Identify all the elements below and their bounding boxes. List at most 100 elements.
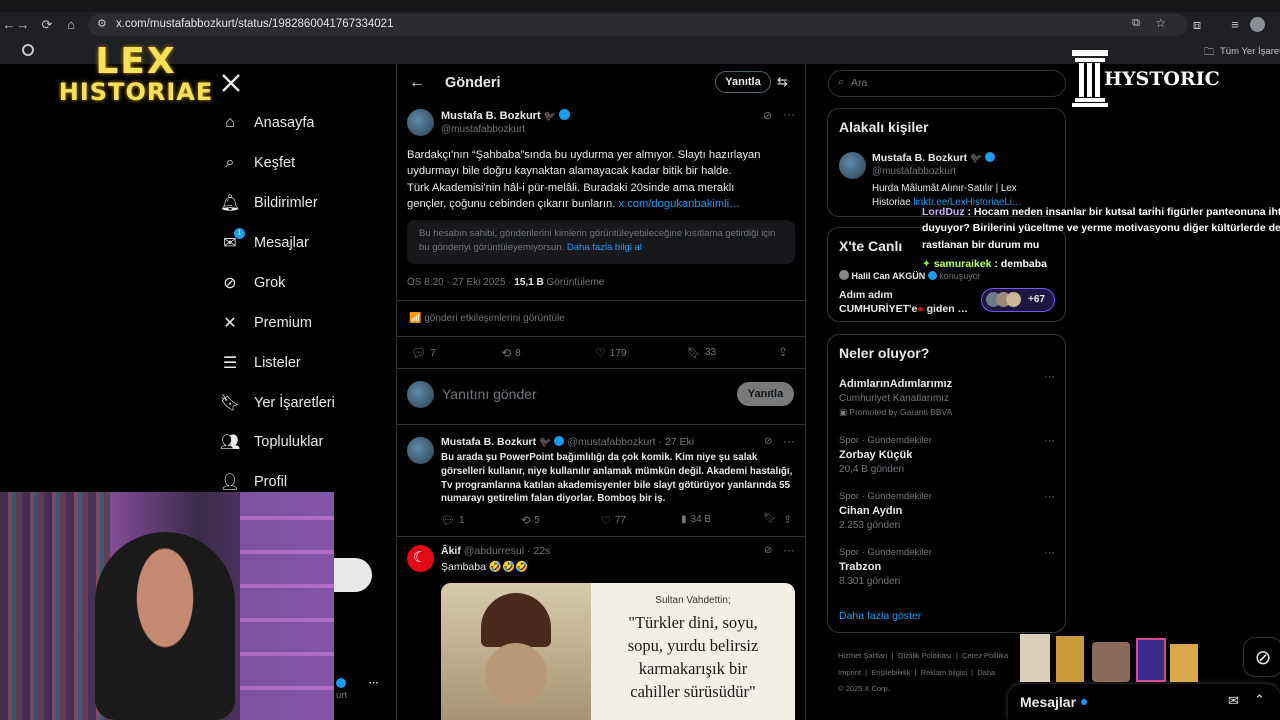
author-name[interactable]: Mustafa B. Bozkurt xyxy=(441,110,541,122)
trend-more-icon[interactable]: ··· xyxy=(1044,547,1055,559)
reply-handle-time[interactable]: @mustafabbozkurt · 27 Eki xyxy=(567,436,694,448)
bookmark-favicon-icon[interactable] xyxy=(22,44,34,56)
search-box[interactable]: ⌕ Ara xyxy=(828,70,1066,97)
related-name[interactable]: Mustafa B. Bozkurt xyxy=(872,152,967,164)
share-action[interactable]: ⇪ xyxy=(783,513,792,526)
home-button-icon[interactable]: ⌂ xyxy=(62,16,80,34)
post-button-fragment[interactable] xyxy=(334,558,372,592)
bookmark-action[interactable]: 🔖︎ xyxy=(763,513,776,524)
analytics-icon[interactable]: ▮ xyxy=(681,514,687,525)
bookmark-icon[interactable]: 🔖︎ xyxy=(687,346,701,359)
reply-avatar[interactable] xyxy=(407,437,434,464)
star-icon[interactable]: ☆ xyxy=(1155,16,1166,30)
reply-action[interactable]: 💬︎ 1 xyxy=(441,514,465,527)
extensions-icon[interactable]: ⧈ xyxy=(1188,16,1206,34)
sidebar-item-premium[interactable]: ✕ Premium xyxy=(220,310,312,336)
grok-icon[interactable]: ⊘ xyxy=(764,545,772,556)
messages-drawer-title[interactable]: Mesajlar xyxy=(1020,694,1076,710)
install-icon[interactable]: ⧉ xyxy=(1132,17,1140,30)
repost-icon[interactable]: ⟲ xyxy=(521,514,530,527)
reply-author[interactable]: Âkif xyxy=(441,545,461,557)
header-reply-button[interactable]: Yanıtla xyxy=(715,71,771,93)
grok-icon[interactable]: ⊘ xyxy=(764,436,772,447)
author-name-row[interactable]: Mustafa B. Bozkurt 🐦‍⬛ xyxy=(441,109,571,122)
more-options-icon[interactable]: ··· xyxy=(783,434,795,448)
all-bookmarks-label[interactable]: Tüm Yer İşaretle xyxy=(1220,46,1280,57)
related-handle[interactable]: @mustafabbozkurt xyxy=(872,166,956,177)
footer-link[interactable]: Gizlilik Politikası xyxy=(898,651,952,660)
back-arrow-icon[interactable]: ← xyxy=(409,74,425,92)
post-link[interactable]: x.com/dogukanbakimli… xyxy=(618,198,740,210)
reload-icon[interactable]: ⟳ xyxy=(38,16,56,34)
like-action[interactable]: ♡ 179 xyxy=(595,346,626,360)
messages-drawer[interactable]: Mesajlar ✉ ⌃ xyxy=(1008,684,1280,720)
reply-action[interactable]: 💬︎ 7 xyxy=(411,346,436,360)
site-settings-icon[interactable]: ⚙ xyxy=(97,17,107,30)
trend-item[interactable]: AdımlarınAdımlarımız Cumhuriyet Kanatları… xyxy=(839,371,1059,418)
sidebar-item-grok[interactable]: ⊘ Grok xyxy=(220,270,285,296)
author-handle[interactable]: @mustafabbozkurt xyxy=(441,124,525,135)
show-more-link[interactable]: Daha fazla göster xyxy=(839,610,921,622)
related-avatar[interactable] xyxy=(839,152,866,179)
footer-link[interactable]: Daha xyxy=(977,668,995,677)
footer-link[interactable]: Çerez Politika xyxy=(962,651,1008,660)
grok-floating-icon[interactable]: ⊘ xyxy=(1243,637,1280,677)
bookmark-action[interactable]: 🔖︎ 33 xyxy=(687,346,716,359)
bookmark-icon[interactable]: 🔖︎ xyxy=(763,513,776,524)
related-name-row[interactable]: Mustafa B. Bozkurt 🐦‍⬛ xyxy=(872,152,996,164)
sidebar-item-keşfet[interactable]: ⌕ Keşfet xyxy=(220,150,296,176)
engagements-link[interactable]: 📶 gönderi etkileşimlerini görüntüle xyxy=(409,313,565,324)
author-avatar[interactable] xyxy=(407,109,434,136)
sidebar-item-listeler[interactable]: ☰ Listeler xyxy=(220,350,301,376)
learn-more-link[interactable]: Daha fazla bilgi al xyxy=(567,242,642,253)
live-host[interactable]: Halil Can AKGÜN xyxy=(852,271,926,281)
more-icon[interactable]: ··· xyxy=(369,678,379,689)
search-input[interactable]: Ara xyxy=(851,77,867,89)
trend-more-icon[interactable]: ··· xyxy=(1044,435,1055,447)
expand-icon[interactable]: ⌃ xyxy=(1254,692,1265,708)
views-action[interactable]: ▮ 34 B xyxy=(681,514,711,525)
turkey-flag-avatar[interactable]: ☾ xyxy=(407,545,434,572)
composer-reply-button[interactable]: Yanıtla xyxy=(737,382,794,406)
repost-action[interactable]: ⟲ 5 xyxy=(521,514,540,527)
share-action[interactable]: ⇪ xyxy=(778,345,788,359)
engagements-label[interactable]: gönderi etkileşimlerini görüntüle xyxy=(424,313,565,324)
sidebar-item-topluluklar[interactable]: 👥︎ Topluluklar xyxy=(220,429,323,455)
repost-icon[interactable]: ⟲ xyxy=(501,346,511,360)
reply-author[interactable]: Mustafa B. Bozkurt xyxy=(441,436,536,448)
share-icon[interactable]: ⇪ xyxy=(778,345,788,359)
sidebar-item-bildirimler[interactable]: 🔔︎ Bildirimler xyxy=(220,190,318,216)
heart-icon[interactable]: ♡ xyxy=(601,514,611,527)
sidebar-item-yer-i-şaretleri[interactable]: 🔖︎ Yer İşaretleri xyxy=(220,390,335,416)
footer-link[interactable]: Reklam bilgisi xyxy=(921,668,967,677)
trend-item[interactable]: Spor · Gündemdekiler Cihan Aydın 2.253 gön… xyxy=(839,491,1059,531)
trend-item[interactable]: Spor · Gündemdekiler Trabzon 8.301 gönderi… xyxy=(839,547,1059,587)
repost-action[interactable]: ⟲ 8 xyxy=(501,346,521,360)
more-options-icon[interactable]: ··· xyxy=(783,107,795,121)
sidebar-item-mesajlar[interactable]: ✉ 1 Mesajlar xyxy=(220,228,309,256)
reply-handle-time[interactable]: @abdurresul · 22s xyxy=(464,545,551,557)
more-options-icon[interactable]: ··· xyxy=(783,543,795,557)
reply-icon[interactable]: 💬︎ xyxy=(441,514,455,527)
footer-link[interactable]: Erişilebilirlik xyxy=(871,668,910,677)
media-icon[interactable]: ≡ xyxy=(1226,16,1244,34)
reply-input[interactable]: Yanıtını gönder xyxy=(442,386,537,402)
sidebar-item-anasayfa[interactable]: ⌂ Anasayfa xyxy=(220,110,314,136)
forward-icon[interactable]: → xyxy=(14,16,32,34)
trend-more-icon[interactable]: ··· xyxy=(1044,491,1055,503)
footer-link[interactable]: Imprint xyxy=(838,668,861,677)
like-action[interactable]: ♡ 77 xyxy=(601,514,626,527)
profile-avatar[interactable] xyxy=(1250,17,1265,32)
url-bar[interactable]: ⚙ x.com/mustafabbozkurt/status/198286004… xyxy=(88,14,1188,36)
live-listeners[interactable]: +67 xyxy=(981,288,1055,312)
new-message-icon[interactable]: ✉ xyxy=(1228,693,1239,709)
reply-icon[interactable]: 💬︎ xyxy=(411,346,426,360)
trend-more-icon[interactable]: ··· xyxy=(1044,371,1055,383)
live-text[interactable]: Adım adım CUMHURİYET'e● giden … xyxy=(839,288,968,316)
post-timestamp[interactable]: ÖS 8:20 · 27 Eki 2025 · xyxy=(407,277,514,288)
account-switcher[interactable]: ··· xyxy=(336,678,379,689)
filter-icon[interactable]: ⇆ xyxy=(777,74,788,90)
share-icon[interactable]: ⇪ xyxy=(783,513,792,526)
footer-link[interactable]: Hizmet Şartları xyxy=(838,651,888,660)
heart-icon[interactable]: ♡ xyxy=(595,346,606,360)
